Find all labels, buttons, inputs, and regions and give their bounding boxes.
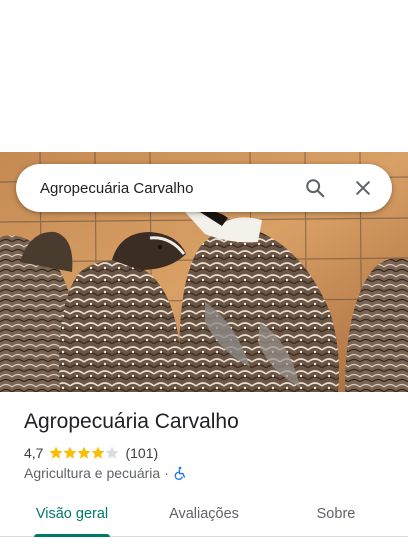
place-title: Agropecuária Carvalho [24, 410, 239, 433]
star-rating [49, 446, 119, 460]
tab-about[interactable]: Sobre [296, 492, 376, 536]
place-category: Agricultura e pecuária [24, 465, 161, 481]
search-icon [306, 179, 325, 198]
tab-reviews[interactable]: Avaliações [150, 492, 258, 536]
stars-icon [50, 446, 119, 459]
wheelchair-accessible-icon [174, 466, 185, 480]
tab-overview[interactable]: Visão geral [20, 492, 124, 536]
place-tabs: Visão geral Avaliações Sobre [0, 492, 408, 537]
active-tab-indicator [34, 534, 110, 537]
clear-search-button[interactable] [350, 175, 376, 201]
close-icon [356, 181, 370, 195]
search-bar[interactable]: Agropecuária Carvalho [16, 164, 392, 212]
rating-value: 4,7 [24, 445, 44, 461]
separator: · [164, 465, 169, 481]
reviews-count[interactable]: (101) [125, 445, 158, 461]
search-button[interactable] [302, 175, 328, 201]
place-meta: Agricultura e pecuária · [24, 465, 187, 481]
rating-row[interactable]: 4,7 (101) [24, 445, 158, 461]
search-input[interactable]: Agropecuária Carvalho [40, 180, 302, 197]
